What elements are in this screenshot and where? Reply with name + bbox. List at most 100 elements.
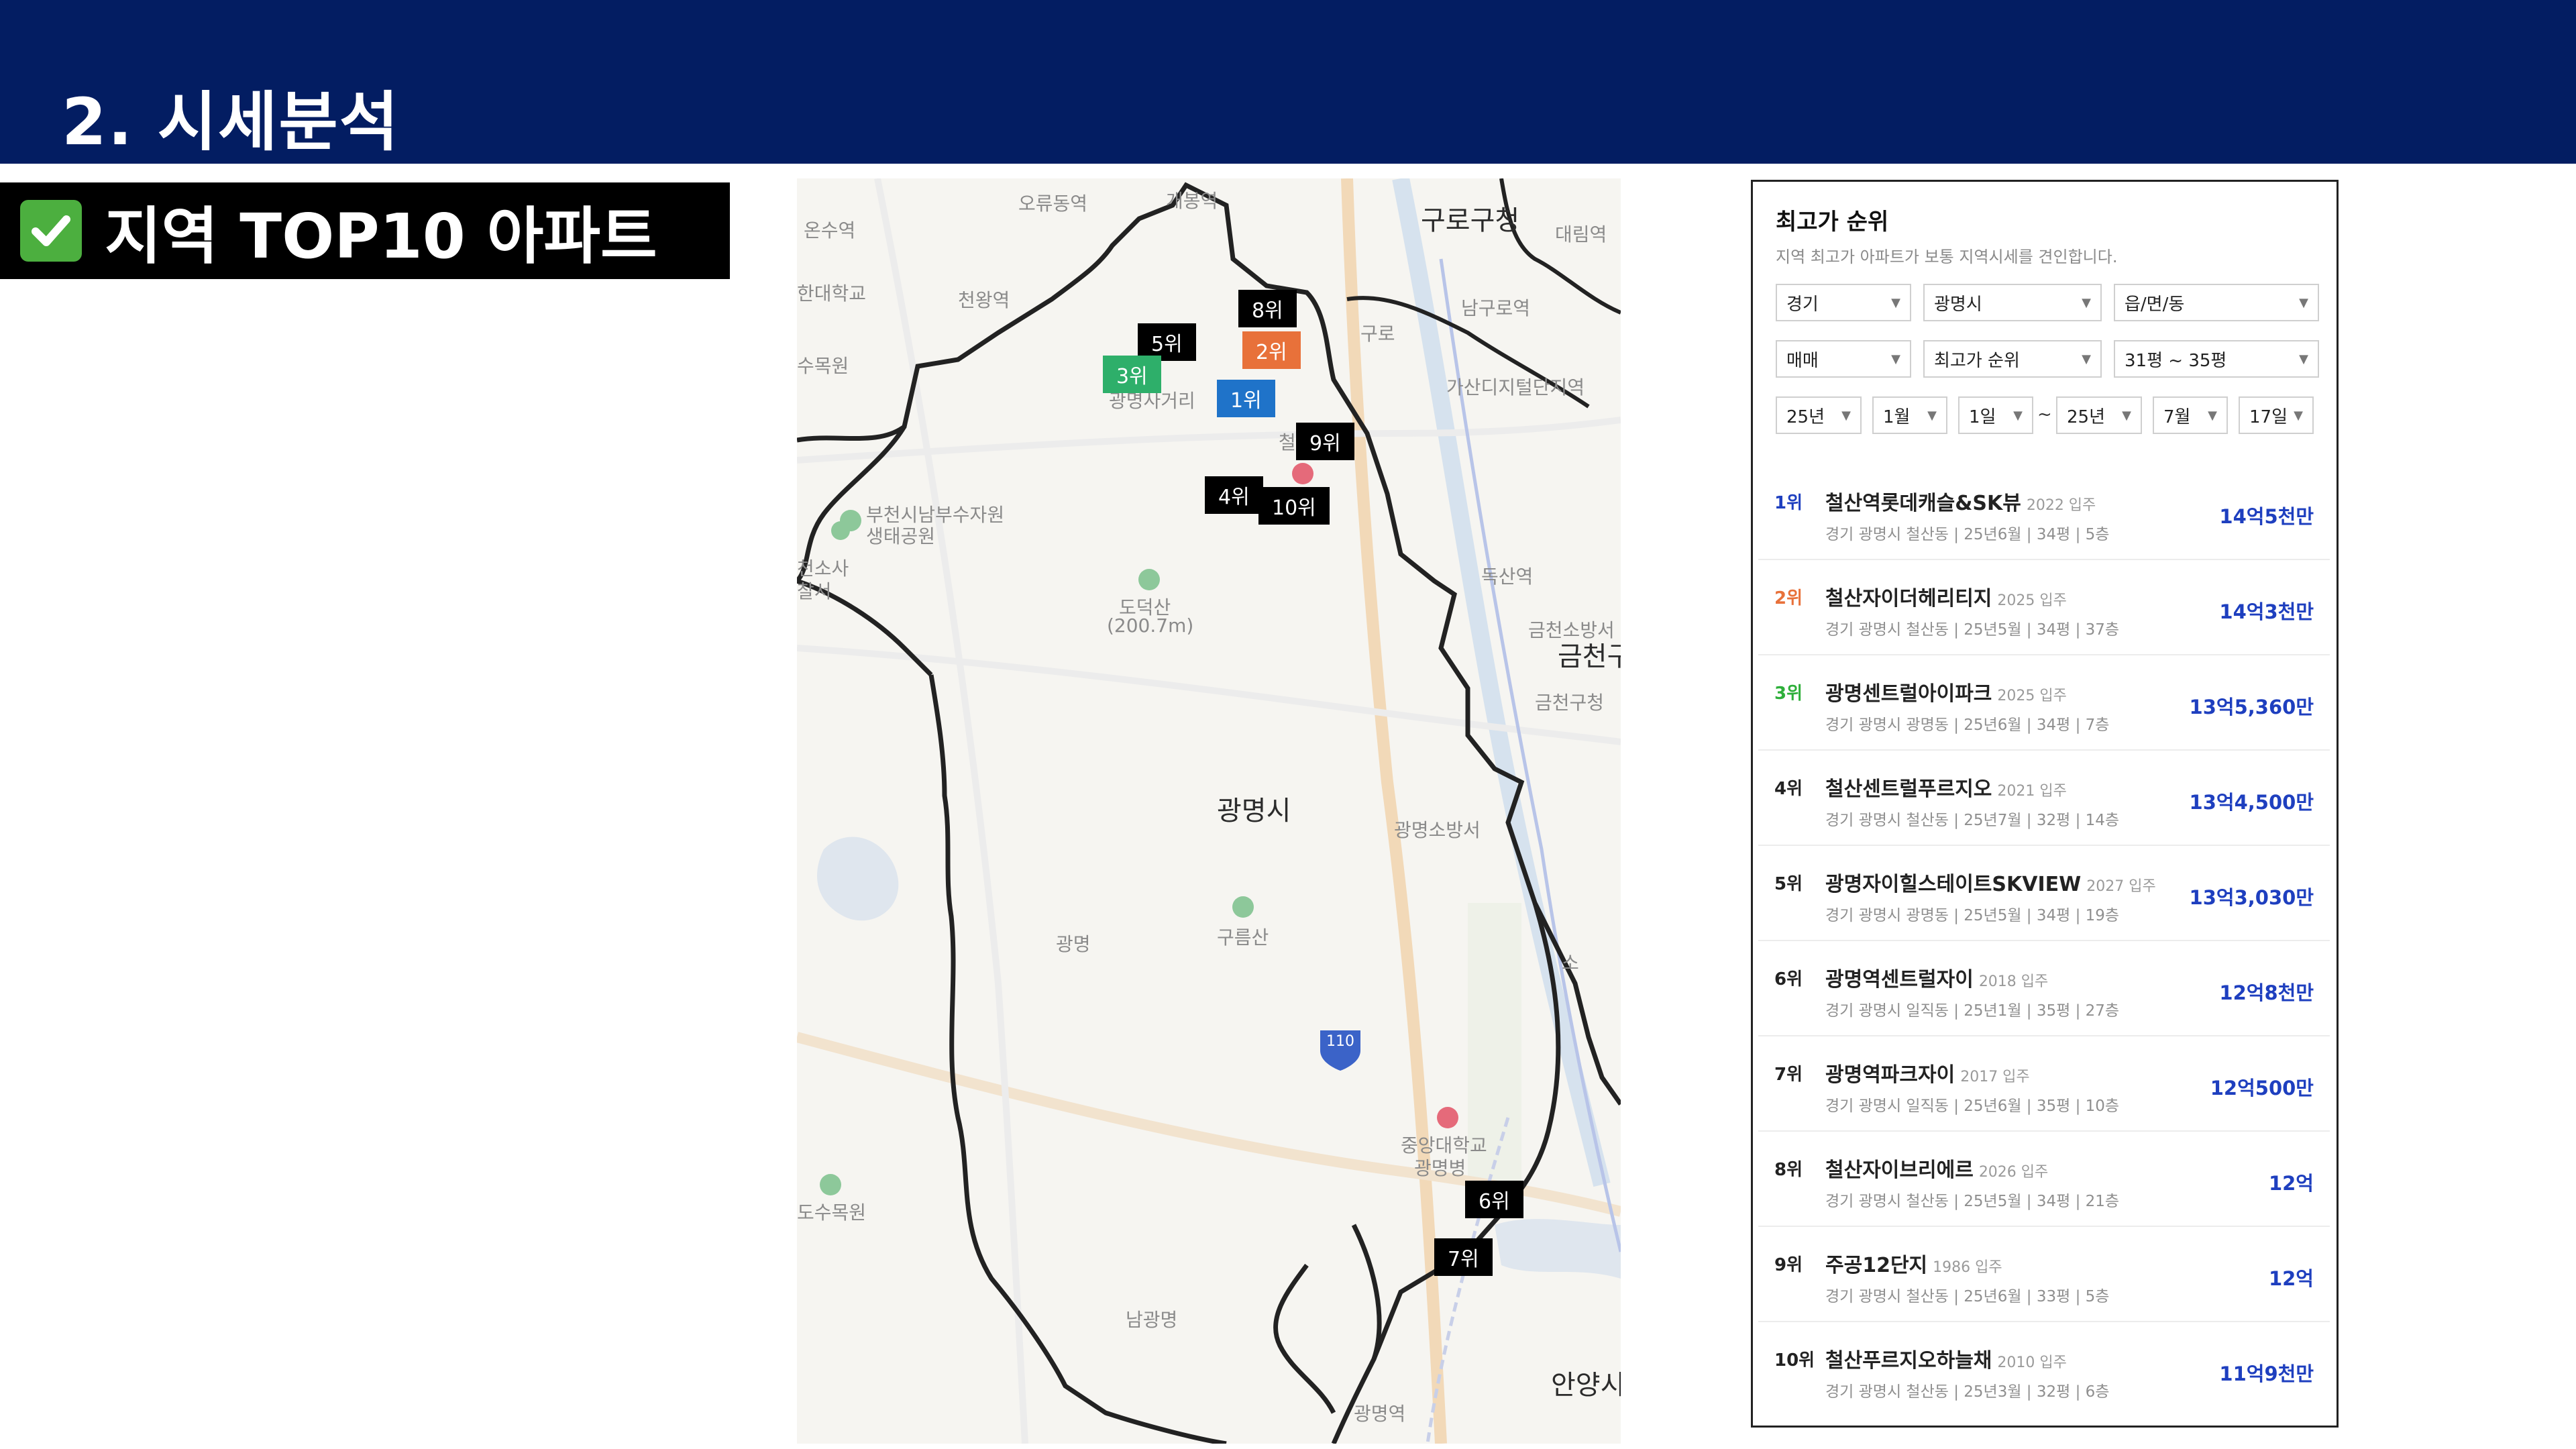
map-marker-rank-10[interactable]: 10위 [1258,487,1330,525]
ranking-row[interactable]: 9위 주공12단지 1986 입주 경기 광명시 철산동 | 25년6월 | 33… [1758,1228,2330,1322]
map-label-guro-office: 구로구청 [1421,205,1520,236]
ranking-row[interactable]: 10위 철산푸르지오하늘채 2010 입주 경기 광명시 철산동 | 25년3월 … [1758,1324,2330,1417]
ranking-row[interactable]: 5위 광명자이힐스테이트SKVIEW 2027 입주 경기 광명시 광명동 | 2… [1758,847,2330,941]
map-marker-rank-4[interactable]: 4위 [1205,476,1263,514]
date-from-day-select[interactable]: 1일 ▼ [1958,396,2033,434]
date-to-day-select[interactable]: 17일 ▼ [2239,396,2314,434]
date-to-year-select[interactable]: 25년 ▼ [2056,396,2142,434]
map-marker-rank-7[interactable]: 7위 [1434,1238,1493,1276]
map-label-daerim: 대림역 [1555,223,1607,246]
route-shield-label: 110 [1326,1033,1354,1050]
move-in-year: 1986 입주 [1933,1259,2002,1276]
apartment-info: 경기 광명시 일직동 | 25년6월 | 35평 | 10층 [1825,1097,2120,1115]
chevron-down-icon: ▼ [2122,408,2131,423]
map-marker-rank-1[interactable]: 1위 [1217,380,1275,417]
apartment-name: 철산역롯데캐슬&SK뷰 2022 입주 [1825,486,2096,516]
chevron-down-icon: ▼ [2013,408,2023,423]
date-to-year-value: 25년 [2067,407,2106,427]
map-label-oryu: 오류동역 [1018,193,1088,215]
rank-number: 4위 [1774,779,1803,799]
map-label-cheolsan: 철 [1279,431,1296,453]
map-marker-rank-3[interactable]: 3위 [1103,356,1161,393]
rank-number: 10위 [1774,1350,1815,1371]
map-label-onsu: 온수역 [804,219,856,241]
ranking-row[interactable]: 1위 철산역롯데캐슬&SK뷰 2022 입주 경기 광명시 철산동 | 25년6월… [1758,466,2330,560]
map-marker-rank-8[interactable]: 8위 [1238,290,1297,327]
map-label-gwangmyeong-city: 광명시 [1217,796,1291,826]
map-label-sosa-2: 찰서 [797,580,832,602]
map-label-namgwangmyeong: 남광명 [1126,1309,1178,1331]
map-label-so: 소 [1562,952,1579,974]
map-label-gureumsan: 구름산 [1217,926,1269,949]
date-from-month-select[interactable]: 1월 ▼ [1872,396,1947,434]
ranking-row[interactable]: 6위 광명역센트럴자이 2018 입주 경기 광명시 일직동 | 25년1월 | … [1758,943,2330,1036]
move-in-year: 2025 입주 [1997,688,2067,704]
map-label-chungang-univ-2: 광명병 [1414,1157,1466,1179]
date-from-year-select[interactable]: 25년 ▼ [1776,396,1862,434]
move-in-year: 2022 입주 [2026,497,2096,514]
map-label-cheonwang: 천왕역 [958,289,1010,311]
ranking-row[interactable]: 8위 철산자이브리에르 2026 입주 경기 광명시 철산동 | 25년5월 | … [1758,1133,2330,1227]
filter-province-select[interactable]: 경기 ▼ [1776,284,1911,321]
date-to-month-value: 7월 [2163,407,2191,427]
move-in-year: 2010 입주 [1997,1354,2067,1371]
filter-trade-type-select[interactable]: 매매 ▼ [1776,340,1911,378]
apartment-price: 14억5천만 [2219,505,2314,528]
apartment-price: 12억 [2268,1172,2314,1195]
apartment-name-text: 철산자이브리에르 [1825,1159,1974,1182]
apartment-price: 12억8천만 [2219,981,2314,1004]
map-marker-rank-9[interactable]: 9위 [1296,423,1354,460]
apartment-info: 경기 광명시 철산동 | 25년7월 | 32평 | 14층 [1825,812,2120,829]
ranking-row[interactable]: 3위 광명센트럴아이파크 2025 입주 경기 광명시 광명동 | 25년6월 |… [1758,657,2330,751]
apartment-price: 12억500만 [2210,1077,2314,1099]
chevron-down-icon: ▼ [2082,295,2091,310]
chevron-down-icon: ▼ [1841,408,1851,423]
chevron-down-icon: ▼ [2208,408,2217,423]
map-label-ic-gwangmyeong: 광명 [1056,933,1091,955]
apartment-name: 광명역파크자이 2017 입주 [1825,1058,2030,1087]
apartment-name: 철산자이더헤리티지 2025 입주 [1825,582,2067,611]
apartment-info: 경기 광명시 철산동 | 25년5월 | 34평 | 37층 [1825,621,2120,639]
map-canvas [797,178,1621,1444]
map-label-anyang: 안양시 [1551,1370,1621,1401]
map-label-bucheon-park-2: 생태공원 [866,525,936,547]
apartment-info: 경기 광명시 철산동 | 25년6월 | 34평 | 5층 [1825,526,2110,543]
map-label-dodeoksan-height: (200.7m) [1107,614,1194,637]
apartment-name-text: 광명역센트럴자이 [1825,968,1974,991]
chevron-down-icon: ▼ [2299,295,2308,310]
apartment-info: 경기 광명시 광명동 | 25년6월 | 34평 | 7층 [1825,716,2110,734]
date-to-month-select[interactable]: 7월 ▼ [2153,396,2228,434]
move-in-year: 2018 입주 [1978,973,2049,990]
map-label-guro: 구로 [1360,323,1395,345]
ranking-row[interactable]: 4위 철산센트럴푸르지오 2021 입주 경기 광명시 철산동 | 25년7월 |… [1758,752,2330,846]
map-label-gwangmyeong-station: 광명역 [1354,1403,1406,1425]
chevron-down-icon: ▼ [1927,408,1937,423]
apartment-name: 광명자이힐스테이트SKVIEW 2027 입주 [1825,867,2156,897]
date-from-month-value: 1월 [1883,407,1911,427]
apartment-name-text: 광명센트럴아이파크 [1825,682,1992,706]
apartment-name-text: 철산자이더헤리티지 [1825,587,1992,610]
date-range-separator: ~ [2037,405,2052,425]
apartment-info: 경기 광명시 철산동 | 25년3월 | 32평 | 6층 [1825,1383,2110,1401]
panel-subtitle: 지역 최고가 아파트가 보통 지역시세를 견인합니다. [1776,248,2118,266]
chevron-down-icon: ▼ [2294,408,2303,423]
filter-sort-select[interactable]: 최고가 순위 ▼ [1923,340,2102,378]
apartment-name: 철산푸르지오하늘채 2010 입주 [1825,1344,2067,1373]
header-bar: 2. 시세분석 [0,0,2576,164]
map-label-university: 한대학교 [797,282,867,305]
map-view[interactable]: 구로구청 대림역 개봉역 오류동역 온수역 한대학교 천왕역 남구로역 가산디지… [797,178,1621,1444]
apartment-name: 철산센트럴푸르지오 2021 입주 [1825,772,2067,802]
map-marker-rank-2[interactable]: 2위 [1242,331,1301,369]
apartment-name-text: 철산푸르지오하늘채 [1825,1349,1992,1373]
date-from-day-value: 1일 [1969,407,1996,427]
apartment-info: 경기 광명시 철산동 | 25년6월 | 33평 | 5층 [1825,1288,2110,1305]
filter-dong-select[interactable]: 읍/면/동 ▼ [2114,284,2319,321]
ranking-row[interactable]: 2위 철산자이더헤리티지 2025 입주 경기 광명시 철산동 | 25년5월 |… [1758,561,2330,655]
ranking-panel: 최고가 순위 지역 최고가 아파트가 보통 지역시세를 견인합니다. 경기 ▼ 광… [1751,180,2339,1428]
page-title: 2. 시세분석 [62,85,400,160]
filter-size-select[interactable]: 31평 ~ 35평 ▼ [2114,340,2319,378]
rank-number: 1위 [1774,493,1803,513]
filter-city-select[interactable]: 광명시 ▼ [1923,284,2102,321]
ranking-row[interactable]: 7위 광명역파크자이 2017 입주 경기 광명시 일직동 | 25년6월 | 3… [1758,1038,2330,1132]
map-marker-rank-6[interactable]: 6위 [1465,1181,1523,1218]
